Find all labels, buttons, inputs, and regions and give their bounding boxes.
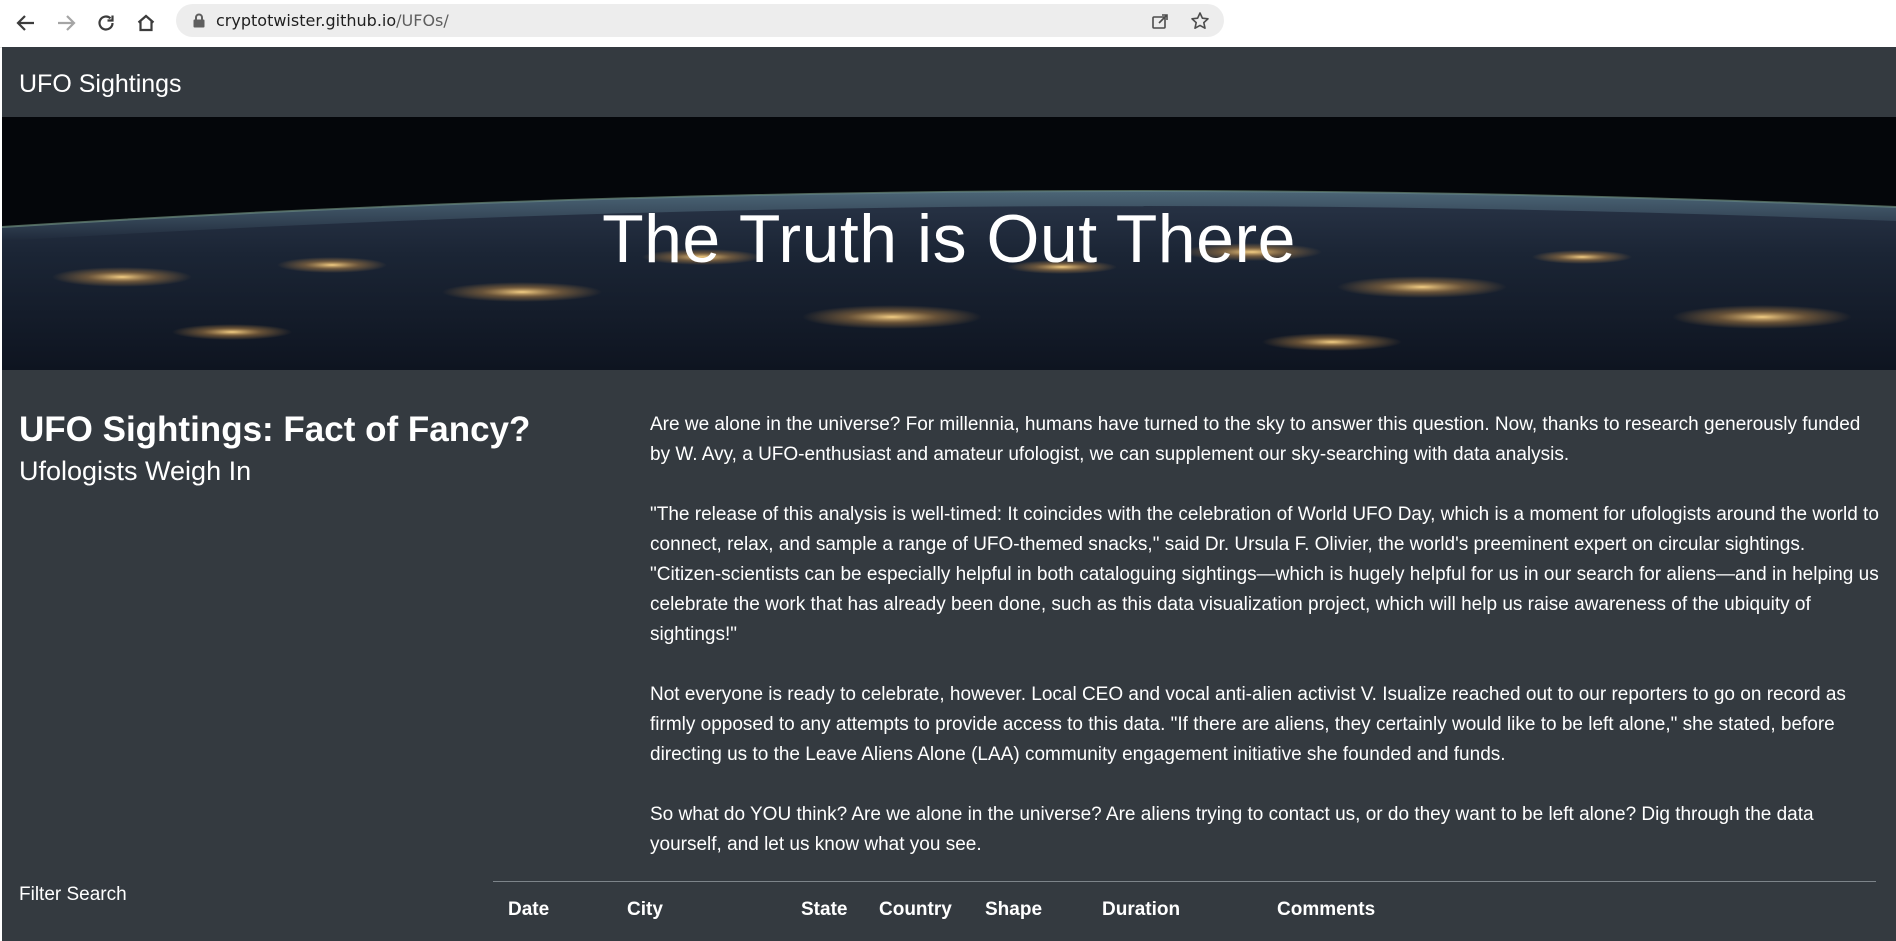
intro-section: UFO Sightings: Fact of Fancy? Ufologists… bbox=[19, 410, 539, 488]
article-paragraph: Not everyone is ready to celebrate, howe… bbox=[650, 684, 1846, 765]
back-icon[interactable] bbox=[9, 8, 43, 38]
browser-toolbar: cryptotwister.github.io/UFOs/ bbox=[0, 0, 1896, 48]
article-paragraph: Are we alone in the universe? For millen… bbox=[650, 414, 1861, 465]
hero-banner: The Truth is Out There bbox=[2, 117, 1896, 370]
column-header-date: Date bbox=[508, 899, 550, 920]
hero-title: The Truth is Out There bbox=[602, 201, 1296, 277]
article-paragraph: "The release of this analysis is well-ti… bbox=[650, 504, 1879, 645]
filter-search-label: Filter Search bbox=[19, 884, 127, 905]
share-icon[interactable] bbox=[1149, 10, 1171, 32]
url-text[interactable]: cryptotwister.github.io/UFOs/ bbox=[216, 11, 449, 30]
forward-icon[interactable] bbox=[49, 8, 83, 38]
column-header-comments: Comments bbox=[1277, 899, 1376, 920]
column-header-city: City bbox=[627, 899, 663, 920]
page-title: UFO Sightings: Fact of Fancy? bbox=[19, 410, 531, 449]
page-subtitle: Ufologists Weigh In bbox=[19, 456, 252, 486]
navbar-brand[interactable]: UFO Sightings bbox=[19, 69, 182, 99]
table-divider bbox=[493, 881, 1876, 882]
home-icon[interactable] bbox=[129, 8, 163, 38]
url-domain: cryptotwister.github.io bbox=[216, 11, 397, 30]
page-viewport: UFO Sightings The Truth is Out There UFO… bbox=[2, 47, 1896, 941]
url-path: /UFOs/ bbox=[396, 11, 449, 30]
lock-icon[interactable] bbox=[192, 13, 206, 28]
address-bar[interactable]: cryptotwister.github.io/UFOs/ bbox=[176, 4, 1224, 37]
column-header-state: State bbox=[801, 899, 848, 920]
column-header-country: Country bbox=[879, 899, 952, 920]
article-body: Are we alone in the universe? For millen… bbox=[650, 410, 1880, 890]
table-header-row: Date City State Country Shape Duration C… bbox=[493, 897, 1876, 927]
article-paragraph: So what do YOU think? Are we alone in th… bbox=[650, 804, 1814, 855]
column-header-shape: Shape bbox=[985, 899, 1043, 920]
reload-icon[interactable] bbox=[89, 8, 123, 38]
column-header-duration: Duration bbox=[1102, 899, 1181, 920]
star-icon[interactable] bbox=[1189, 10, 1211, 32]
